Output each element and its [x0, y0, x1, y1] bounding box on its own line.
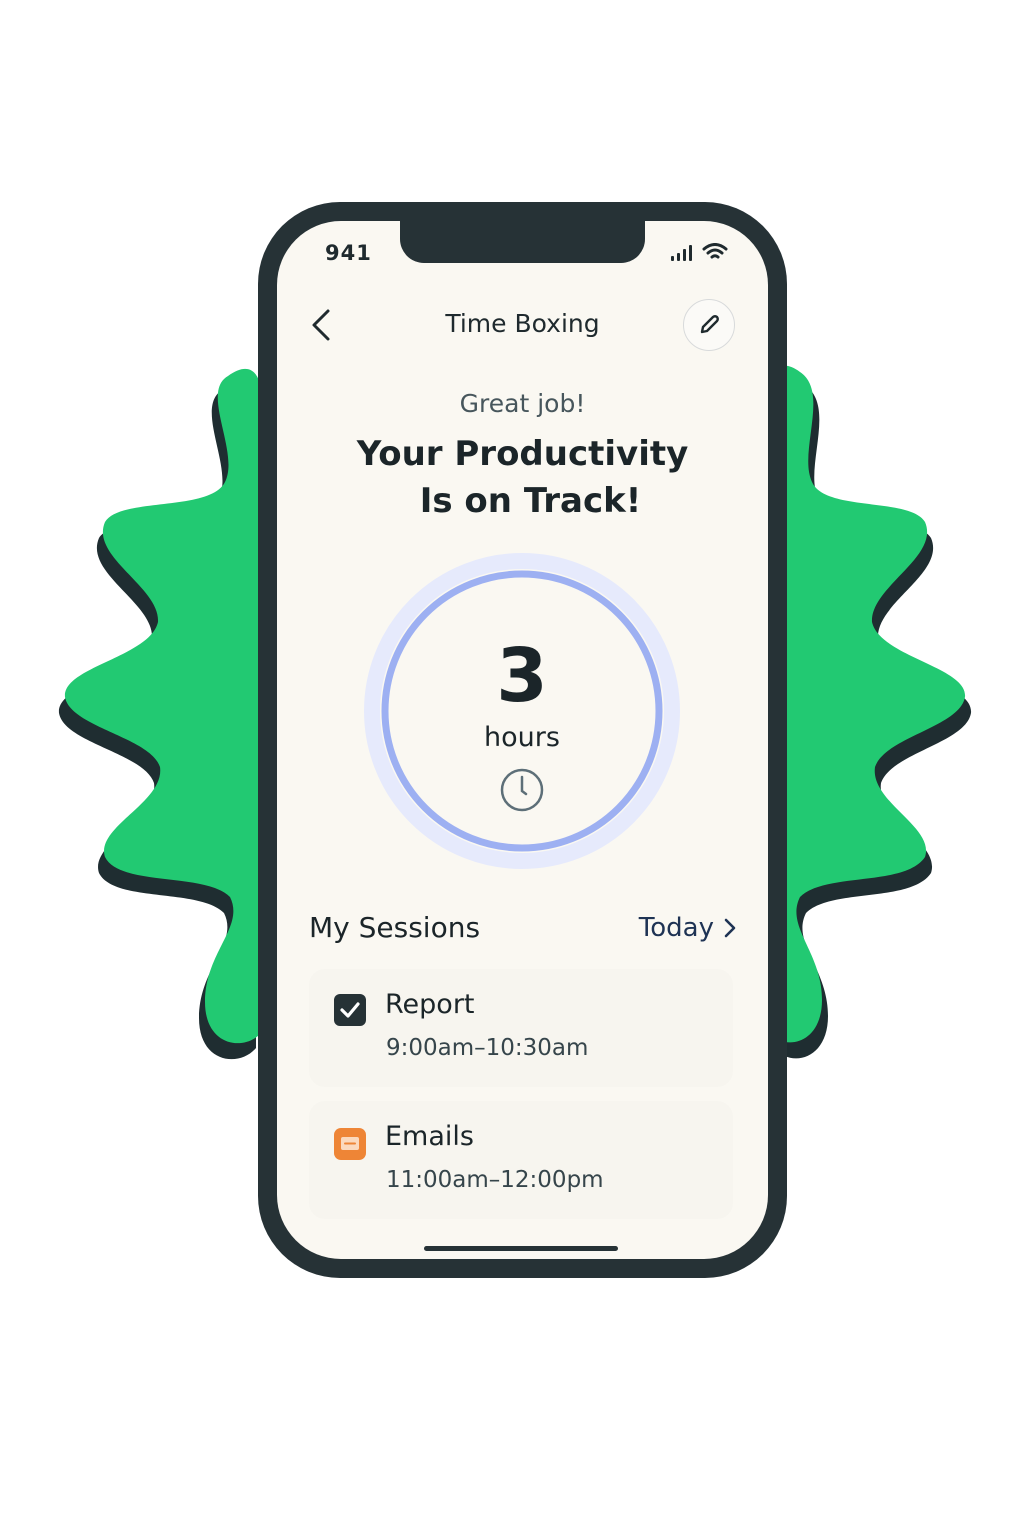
- hours-unit: hours: [484, 722, 560, 753]
- headline-line-1: Your Productivity: [356, 434, 689, 474]
- checkbox-checked-icon: [334, 994, 366, 1026]
- status-time: 941: [325, 241, 372, 265]
- session-time: 11:00am–12:00pm: [386, 1167, 604, 1193]
- phone-notch: [400, 221, 645, 263]
- headline: Your Productivity Is on Track!: [277, 431, 768, 525]
- hours-ring: 3 hours: [363, 552, 681, 870]
- home-indicator: [424, 1246, 618, 1251]
- stage: 941 Time Boxing Great job! Your Producti…: [0, 0, 1024, 1536]
- sessions-title: My Sessions: [309, 911, 481, 944]
- signal-icon: [671, 245, 692, 261]
- clock-icon: [500, 768, 544, 812]
- status-icons: [670, 243, 728, 261]
- session-name: Report: [385, 989, 475, 1020]
- headline-line-2: Is on Track!: [419, 481, 642, 521]
- session-name: Emails: [385, 1121, 474, 1152]
- phone-screen: 941 Time Boxing Great job! Your Producti…: [277, 221, 768, 1259]
- phone-frame: 941 Time Boxing Great job! Your Producti…: [258, 202, 787, 1278]
- today-filter-label: Today: [638, 913, 714, 943]
- pencil-icon: [700, 315, 719, 334]
- today-filter-link[interactable]: Today: [639, 913, 736, 943]
- greeting-text: Great job!: [459, 389, 586, 418]
- hours-value: 3: [496, 633, 548, 719]
- session-time: 9:00am–10:30am: [386, 1035, 589, 1061]
- wifi-icon: [702, 243, 728, 259]
- email-icon: [334, 1128, 366, 1160]
- session-card-emails[interactable]: Emails 11:00am–12:00pm: [309, 1101, 733, 1219]
- chevron-right-icon: [724, 918, 736, 938]
- session-card-report[interactable]: Report 9:00am–10:30am: [309, 969, 733, 1087]
- edit-button[interactable]: [683, 299, 735, 351]
